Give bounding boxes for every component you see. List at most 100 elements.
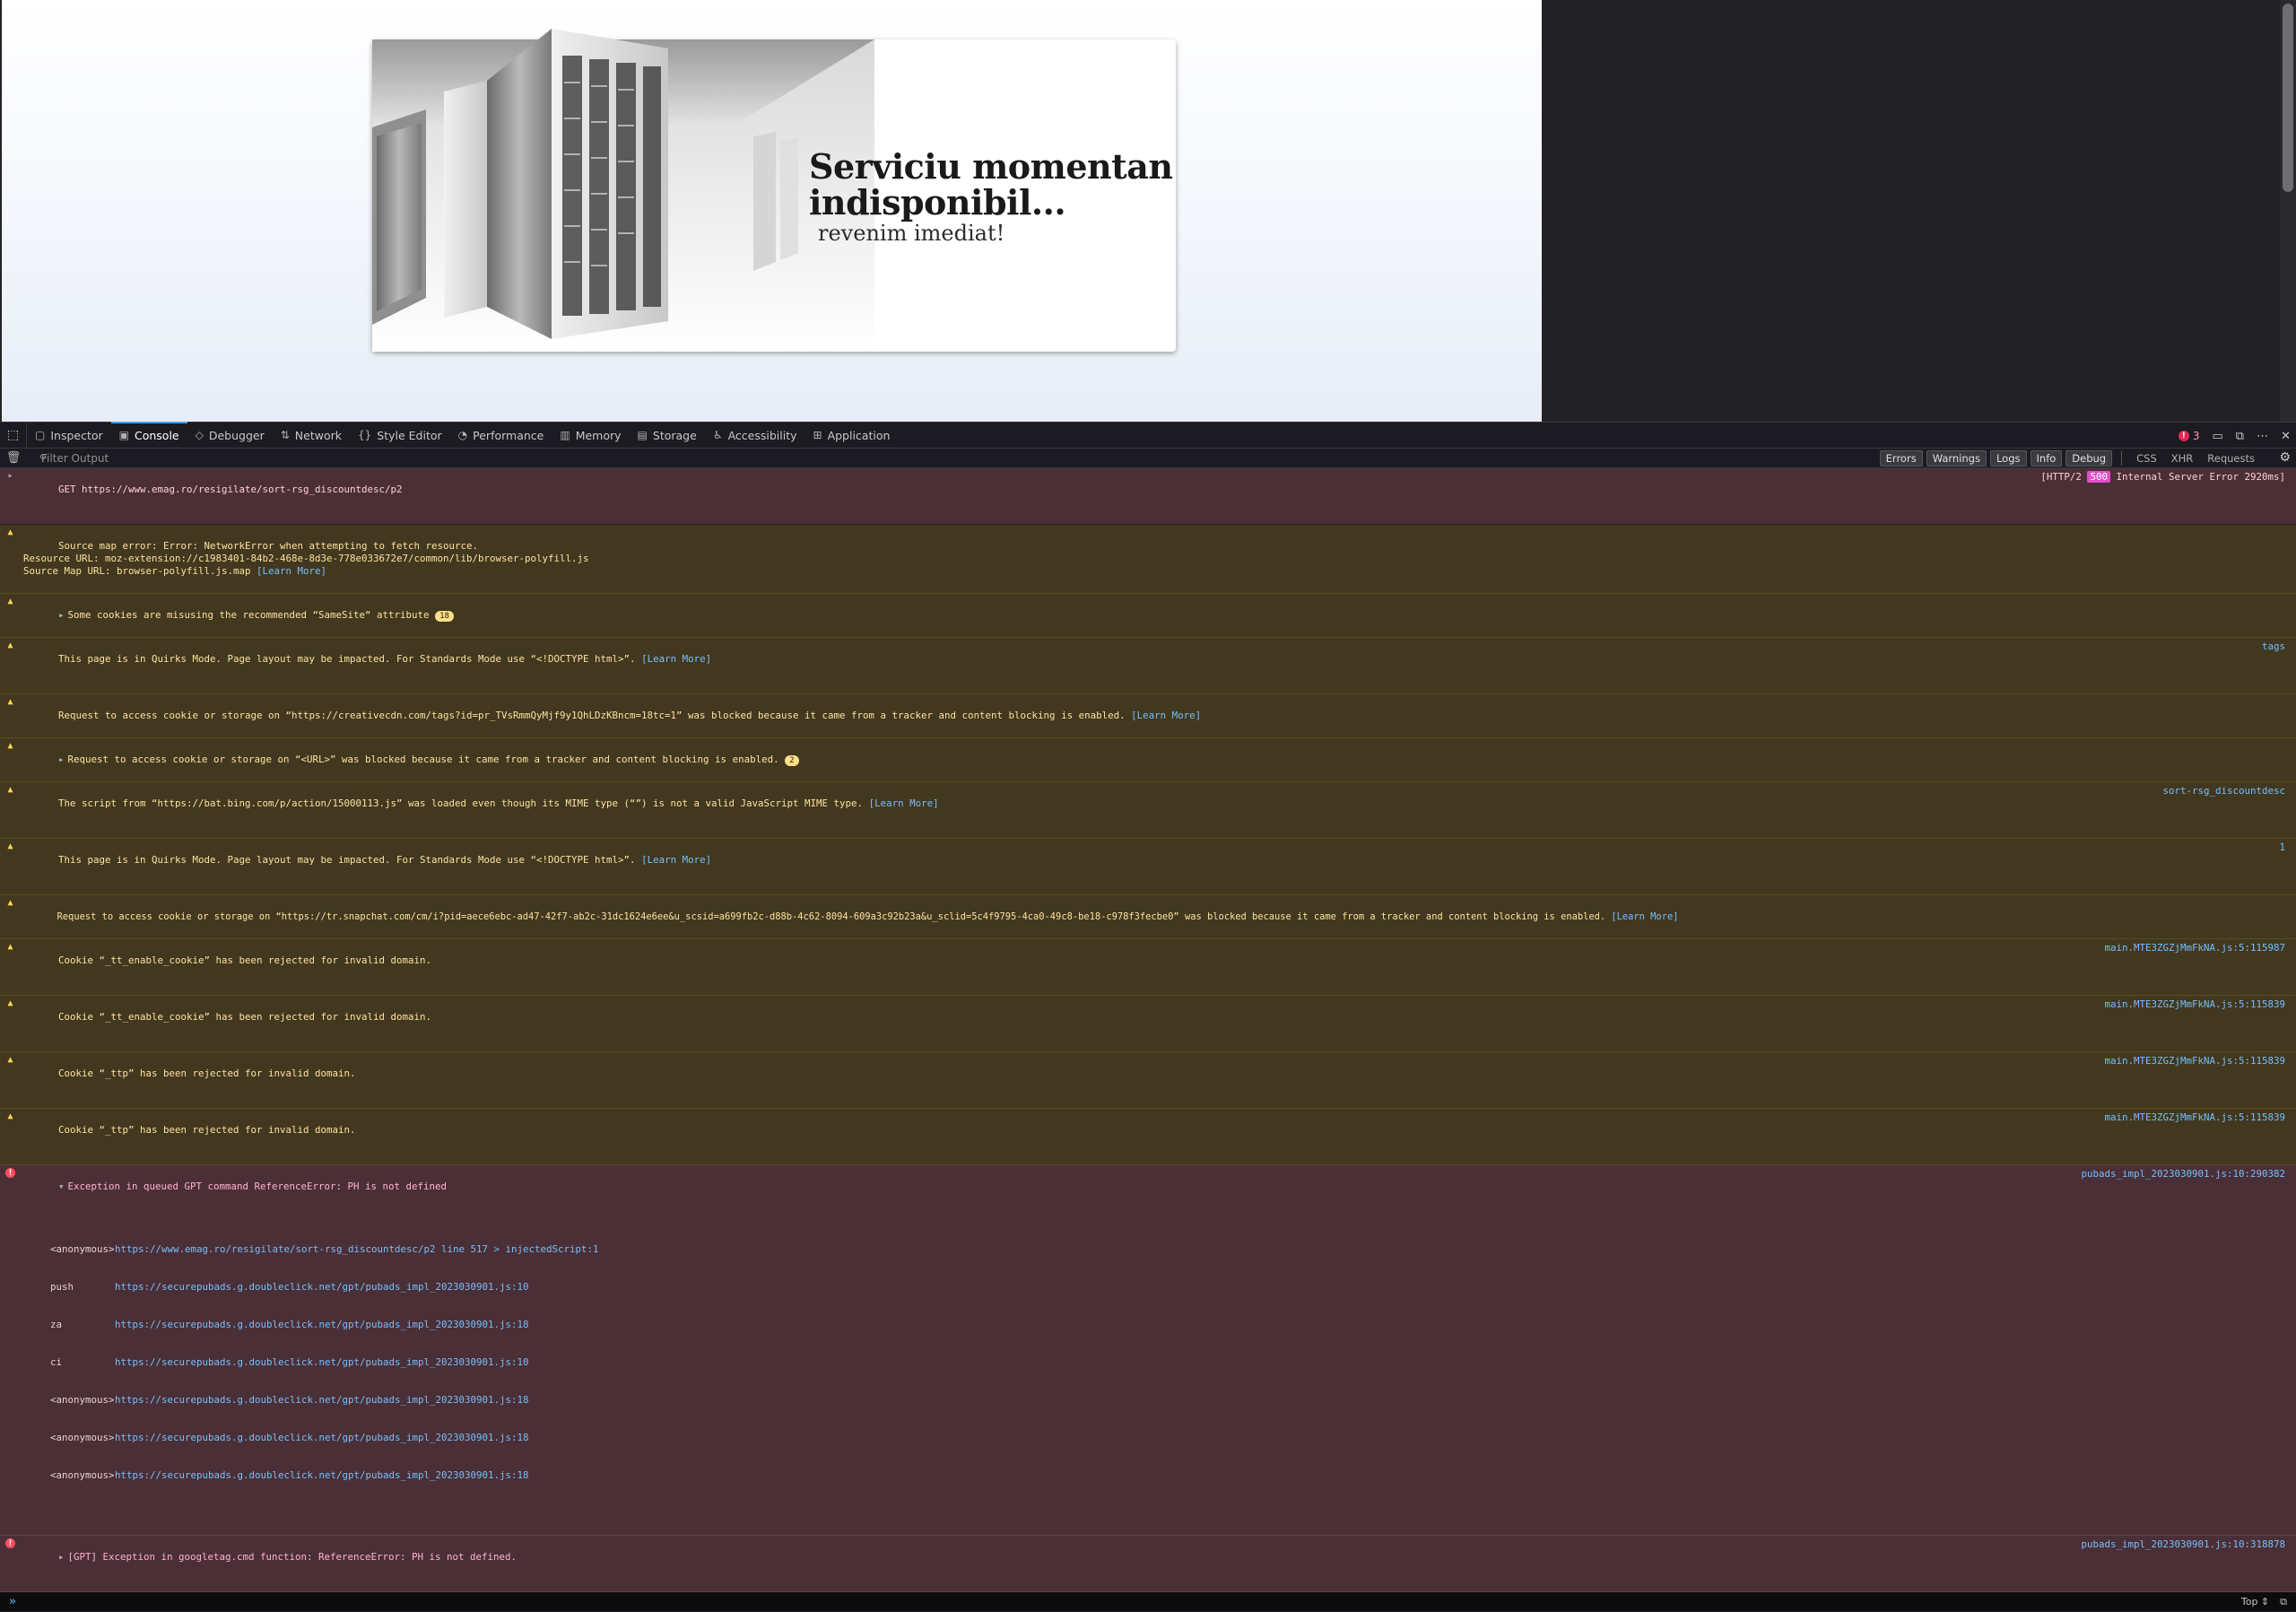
editor-mode-icon[interactable]: ⧉ [2280, 1596, 2287, 1608]
context-selector[interactable]: Top ⇕ [2241, 1596, 2269, 1608]
source-link[interactable]: sort-rsg_discountdesc [2162, 785, 2285, 797]
tab-label: Storage [652, 428, 697, 442]
frame-function: push [50, 1281, 74, 1293]
console-icon: ▣ [118, 429, 129, 441]
filter-output-input[interactable] [27, 449, 565, 467]
console-message-warning: ▲ Cookie “_tt_enable_cookie” has been rej… [0, 996, 2296, 1052]
tab-performance[interactable]: ◔ Performance [450, 422, 552, 449]
filter-icon: ⚲ [39, 452, 48, 464]
prompt-chevron-icon: » [9, 1595, 16, 1608]
message-text: [GPT] Exception in googletag.cmd functio… [67, 1551, 517, 1563]
responsive-design-icon[interactable]: ▭ [2213, 430, 2223, 443]
filter-xhr-button[interactable]: XHR [2166, 452, 2199, 465]
message-text: Cookie “_tt_enable_cookie” has been reje… [58, 954, 432, 966]
message-text: Source Map URL: browser-polyfill.js.map [23, 565, 251, 577]
learn-more-link[interactable]: [Learn More] [641, 653, 711, 665]
tab-memory[interactable]: ▥ Memory [552, 422, 629, 449]
console-input[interactable]: » Top ⇕ ⧉ [0, 1592, 2296, 1612]
frame-location-link[interactable]: https://www.emag.ro/resigilate/sort-rsg_… [115, 1243, 599, 1256]
scrollbar-thumb[interactable] [2283, 4, 2293, 192]
console-message-warning: ▲ Request to access cookie or storage on … [0, 694, 2296, 738]
tab-accessibility[interactable]: ♿ Accessibility [705, 422, 805, 449]
filter-logs-button[interactable]: Logs [1989, 450, 2027, 466]
frame-location-link[interactable]: https://securepubads.g.doubleclick.net/g… [115, 1394, 529, 1407]
learn-more-link[interactable]: [Learn More] [641, 854, 711, 866]
maintenance-banner: Serviciu momentan indisponibil... reveni… [372, 29, 1176, 352]
stack-frame: <anonymous> https://securepubads.g.double… [50, 1432, 2285, 1444]
frame-location-link[interactable]: https://securepubads.g.doubleclick.net/g… [115, 1281, 529, 1294]
tab-network[interactable]: ⇅ Network [273, 422, 350, 449]
source-link[interactable]: main.MTE3ZGZjMmFkNA.js:5:115839 [2104, 998, 2285, 1011]
tab-debugger[interactable]: ◇ Debugger [187, 422, 273, 449]
frame-location-link[interactable]: https://securepubads.g.doubleclick.net/g… [115, 1432, 529, 1444]
learn-more-link[interactable]: [Learn More] [1611, 911, 1678, 922]
expand-arrow-icon[interactable]: ▾ [58, 1181, 65, 1192]
tab-label: Debugger [208, 428, 265, 442]
message-text: Cookie “_ttp” has been rejected for inva… [58, 1067, 356, 1079]
source-link[interactable]: main.MTE3ZGZjMmFkNA.js:5:115839 [2104, 1111, 2285, 1124]
console-message-error: ! ▸ [GPT] Exception in googletag.cmd funct… [0, 1536, 2296, 1592]
frame-function: ci [50, 1356, 63, 1368]
filter-info-button[interactable]: Info [2030, 450, 2063, 466]
frame-location-link[interactable]: https://securepubads.g.doubleclick.net/g… [115, 1319, 529, 1331]
clear-console-icon[interactable]: 🗑 [0, 451, 27, 465]
filter-css-button[interactable]: CSS [2131, 452, 2162, 465]
element-picker-icon[interactable]: ⬚ [0, 422, 27, 449]
source-link[interactable]: pubads_impl_2023030901.js:10:318878 [2081, 1538, 2285, 1551]
console-message-request[interactable]: ▸ GET https://www.emag.ro/resigilate/sort… [0, 468, 2296, 525]
accessibility-icon: ♿ [712, 429, 723, 441]
style-editor-icon: {} [358, 429, 372, 441]
error-count-badge[interactable]: ! 3 [2178, 430, 2200, 442]
console-message-warning: ▲ ▸ Request to access cookie or storage on… [0, 738, 2296, 782]
status-text: Internal Server Error 2920ms] [2116, 471, 2285, 483]
performance-icon: ◔ [457, 429, 468, 441]
learn-more-link[interactable]: [Learn More] [257, 565, 326, 577]
source-link[interactable]: main.MTE3ZGZjMmFkNA.js:5:115987 [2104, 942, 2285, 954]
source-link[interactable]: 1 [2279, 841, 2285, 854]
console-settings-gear-icon[interactable]: ⚙ [2279, 450, 2291, 465]
tab-storage[interactable]: ▤ Storage [630, 422, 705, 449]
expand-arrow-icon[interactable]: ▸ [58, 1551, 65, 1563]
tab-label: Accessibility [727, 428, 797, 442]
filter-debug-button[interactable]: Debug [2066, 450, 2113, 466]
tab-label: Performance [473, 428, 544, 442]
tab-application[interactable]: ⊞ Application [805, 422, 899, 449]
console-message-warning: ▲ This page is in Quirks Mode. Page layou… [0, 638, 2296, 694]
learn-more-link[interactable]: [Learn More] [869, 797, 939, 809]
warning-icon: ▲ [7, 898, 13, 908]
tab-label: Memory [575, 428, 622, 442]
error-icon: ! [2178, 431, 2189, 441]
error-count: 3 [2192, 430, 2200, 442]
expand-arrow-icon[interactable]: ▸ [5, 471, 15, 481]
frame-location-link[interactable]: https://securepubads.g.doubleclick.net/g… [115, 1469, 529, 1482]
stack-trace: <anonymous> https://www.emag.ro/resigilat… [23, 1218, 2285, 1507]
frame-function: <anonymous> [50, 1243, 115, 1255]
expand-arrow-icon[interactable]: ▸ [58, 754, 65, 765]
browser-viewport: Serviciu momentan indisponibil... reveni… [0, 0, 2296, 422]
source-link[interactable]: tags [2262, 640, 2285, 653]
tab-label: Inspector [50, 428, 103, 442]
message-text: Resource URL: moz-extension://c1983401-8… [23, 553, 589, 564]
message-text: The script from “https://bat.bing.com/p/… [58, 797, 864, 809]
tab-label: Console [135, 428, 179, 442]
tab-console[interactable]: ▣ Console [110, 422, 187, 449]
message-text: This page is in Quirks Mode. Page layout… [58, 854, 636, 866]
dock-options-icon[interactable]: ⧉ [2236, 430, 2244, 443]
tab-inspector[interactable]: ▢ Inspector [27, 422, 111, 449]
console-message-warning: ▲ This page is in Quirks Mode. Page layou… [0, 839, 2296, 895]
message-text: Source map error: Error: NetworkError wh… [58, 540, 479, 552]
request-status: [HTTP/2 500 Internal Server Error 2920ms… [2040, 471, 2285, 484]
frame-location-link[interactable]: https://securepubads.g.doubleclick.net/g… [115, 1356, 529, 1369]
filter-requests-button[interactable]: Requests [2202, 452, 2260, 465]
close-icon[interactable]: ✕ [2281, 430, 2291, 443]
expand-arrow-icon[interactable]: ▸ [58, 609, 65, 621]
filter-warnings-button[interactable]: Warnings [1926, 450, 1987, 466]
source-link[interactable]: pubads_impl_2023030901.js:10:290382 [2081, 1168, 2285, 1181]
page-scrollbar[interactable] [2280, 0, 2296, 422]
debugger-icon: ◇ [195, 429, 204, 441]
tab-style-editor[interactable]: {} Style Editor [350, 422, 450, 449]
more-options-icon[interactable]: ⋯ [2257, 430, 2268, 443]
filter-errors-button[interactable]: Errors [1879, 450, 1923, 466]
learn-more-link[interactable]: [Learn More] [1131, 710, 1201, 721]
source-link[interactable]: main.MTE3ZGZjMmFkNA.js:5:115839 [2104, 1055, 2285, 1067]
